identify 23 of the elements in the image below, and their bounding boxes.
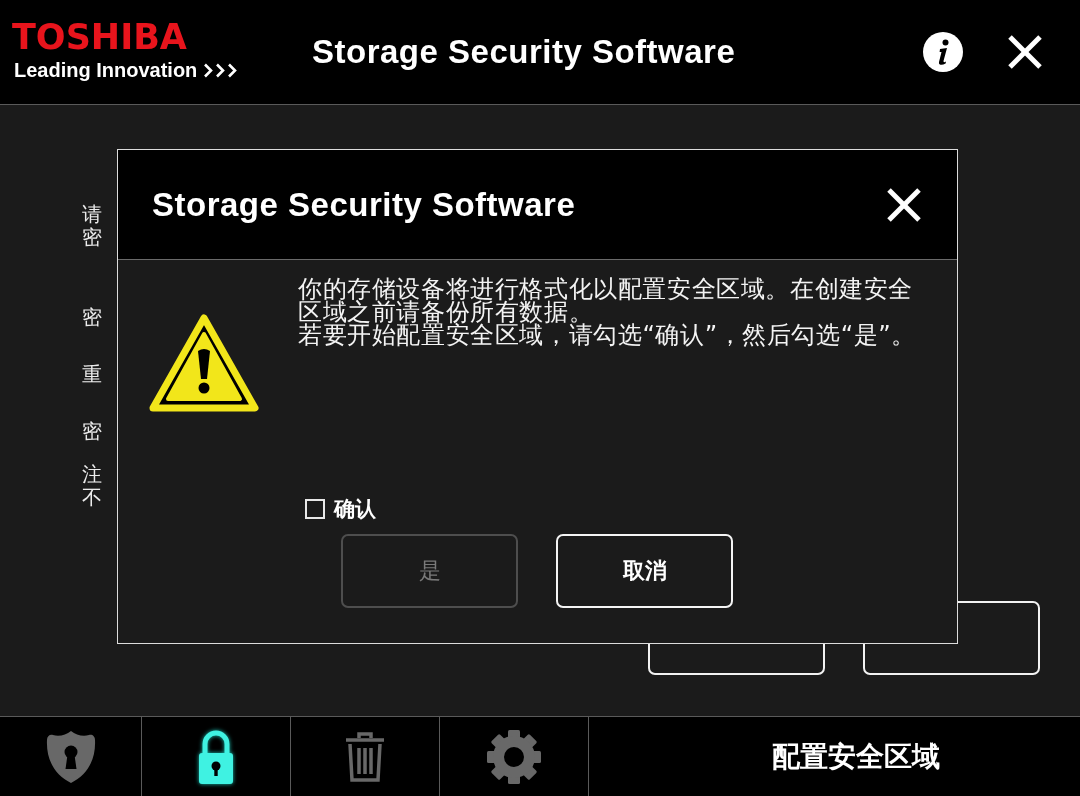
padlock-icon xyxy=(196,728,236,785)
info-icon[interactable] xyxy=(923,32,963,72)
form-label: 重 xyxy=(82,363,102,386)
shield-icon xyxy=(44,729,97,784)
form-label: 密 xyxy=(82,306,102,329)
cancel-button[interactable]: 取消 xyxy=(556,534,733,608)
checkbox-label[interactable]: 确认 xyxy=(334,496,376,522)
trash-icon xyxy=(345,731,385,782)
checkbox[interactable] xyxy=(305,499,325,519)
gear-icon xyxy=(486,728,542,785)
close-icon[interactable] xyxy=(1008,35,1042,69)
warning-icon xyxy=(148,313,260,413)
brand-tagline: Leading Innovation xyxy=(14,58,198,82)
form-label: 请密 xyxy=(82,203,102,249)
close-icon[interactable] xyxy=(887,187,921,222)
app-title: Storage Security Software xyxy=(312,33,736,71)
dialog-message: 若要开始配置安全区域，请勾选“确认”，然后勾选“是”。 xyxy=(298,324,917,347)
dialog-message: 你的存储设备将进行格式化以配置安全区域。在创建安全区域之前请备份所有数据。 xyxy=(298,278,914,324)
dialog-title: Storage Security Software xyxy=(152,185,576,224)
section-title: 配置安全区域 xyxy=(772,739,940,774)
brand-name: TOSHIBA xyxy=(12,18,187,55)
form-label: 密 xyxy=(82,420,102,443)
form-label: 注不 xyxy=(82,463,102,509)
